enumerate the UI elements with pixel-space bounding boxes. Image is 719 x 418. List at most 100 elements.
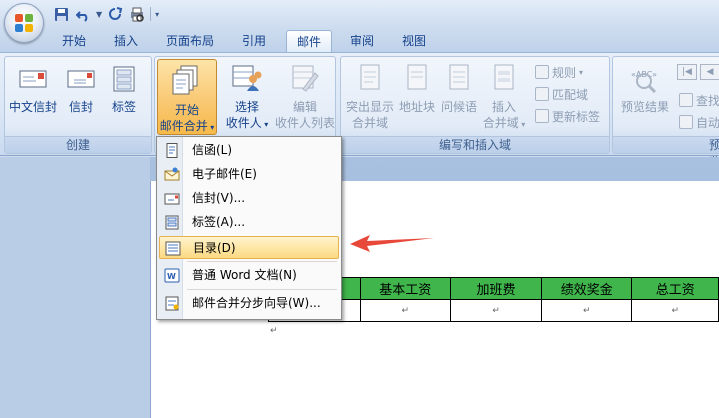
watermark: Baidu经验 jingyan.baidu.com (535, 352, 706, 412)
menu-item-label: 普通 Word 文档(N) (192, 268, 297, 282)
menu-item-labels[interactable]: 标签(A)... (159, 211, 339, 234)
rules-button[interactable]: 规则 ▾ (535, 63, 583, 81)
highlight-merge-fields-button[interactable]: 突出显示 合并域 (343, 63, 397, 131)
table-header-cell[interactable]: 绩效奖金 (541, 277, 633, 300)
labels-icon (113, 66, 135, 92)
tab-review[interactable]: 审阅 (340, 30, 384, 52)
menu-item-label: 标签(A)... (192, 215, 246, 229)
menu-item-normal-word-document[interactable]: W 普通 Word 文档(N) (159, 264, 339, 287)
first-record-icon: |◀ (677, 64, 697, 80)
start-mail-merge-line2: 邮件合并 ▾ (159, 119, 215, 133)
update-labels-button[interactable]: 更新标签 (535, 107, 600, 125)
envelope-icon (67, 70, 95, 88)
annotation-arrow-icon (350, 235, 434, 252)
insert-field-line1: 插入 (491, 100, 516, 114)
select-recipients-icon (232, 65, 262, 91)
directory-icon (165, 241, 181, 256)
svg-text:W: W (167, 272, 176, 281)
table-cell[interactable]: ↵ (449, 299, 543, 322)
menu-separator (187, 289, 337, 290)
word-doc-icon: W (164, 268, 180, 283)
create-group-label: 创建 (5, 136, 151, 153)
write-insert-fields-group: 突出显示 合并域 地址块 问候语 插入 合并域 ▾ 规则 ▾ 匹配域 更新标签 … (340, 56, 610, 154)
match-fields-button[interactable]: 匹配域 (535, 85, 588, 103)
address-block-button[interactable]: 地址块 (397, 63, 437, 115)
ribbon: 中文信封 信封 标签 创建 开始 邮件合并 ▾ 选择 收件人 ▾ 编辑 收件人列… (0, 52, 719, 169)
auto-check-icon (679, 115, 693, 129)
preview-group: «ABC» 预览结果 |◀ ◀ 查找 自动 预览 (612, 56, 719, 169)
auto-check-button[interactable]: 自动 (679, 113, 719, 131)
print-preview-icon[interactable] (128, 5, 146, 23)
address-block-label: 地址块 (398, 100, 435, 114)
letter-icon (166, 143, 178, 158)
update-labels-icon (535, 109, 549, 123)
start-mail-merge-menu: 信函(L) 电子邮件(E) 信封(V)... 标签(A)... 目录(D) W … (156, 136, 342, 320)
greeting-line-icon (449, 64, 469, 90)
record-nav-first-button[interactable]: |◀ ◀ (677, 63, 719, 81)
menu-item-email[interactable]: 电子邮件(E) (159, 163, 339, 186)
insert-field-icon (494, 64, 514, 90)
tab-references[interactable]: 引用 (232, 30, 276, 52)
greeting-line-label: 问候语 (440, 100, 477, 114)
create-group: 中文信封 信封 标签 创建 (4, 56, 152, 154)
envelope-button[interactable]: 信封 (61, 65, 101, 115)
labels-button[interactable]: 标签 (103, 65, 145, 115)
menu-item-step-by-step-wizard[interactable]: 邮件合并分步向导(W)... (159, 292, 339, 315)
chinese-envelope-button[interactable]: 中文信封 (7, 65, 59, 115)
rules-icon (535, 65, 549, 79)
ribbon-tabs: 开始 插入 页面布局 引用 邮件 审阅 视图 (0, 28, 719, 52)
tab-mailings[interactable]: 邮件 (286, 30, 332, 52)
table-cell[interactable]: ↵ (541, 299, 633, 322)
start-mail-merge-line1: 开始 (174, 103, 199, 117)
menu-item-letters[interactable]: 信函(L) (159, 139, 339, 162)
menu-item-label: 邮件合并分步向导(W)... (192, 296, 321, 310)
tab-home[interactable]: 开始 (52, 30, 96, 52)
left-margin-pane (0, 157, 150, 418)
tab-insert[interactable]: 插入 (104, 30, 148, 52)
save-icon[interactable] (52, 5, 70, 23)
greeting-line-button[interactable]: 问候语 (439, 63, 479, 115)
highlight-fields-icon (360, 64, 380, 90)
insert-merge-field-button[interactable]: 插入 合并域 ▾ (481, 63, 527, 133)
rules-dropdown-icon: ▾ (579, 67, 584, 77)
start-mail-merge-button[interactable]: 开始 邮件合并 ▾ (157, 59, 217, 135)
menu-separator (187, 261, 337, 262)
customize-dropdown-icon[interactable]: ▾ (155, 10, 159, 19)
table-header-cell[interactable]: 加班费 (449, 277, 543, 300)
table-header-cell[interactable]: 基本工资 (359, 277, 451, 300)
select-recipients-button[interactable]: 选择 收件人 ▾ (219, 63, 275, 133)
edit-recipients-line2: 收件人列表 (274, 116, 335, 130)
edit-recipient-list-button[interactable]: 编辑 收件人列表 (273, 63, 337, 131)
label-icon (165, 215, 179, 230)
menu-item-envelopes[interactable]: 信封(V)... (159, 187, 339, 210)
find-recipient-button[interactable]: 查找 (679, 91, 719, 109)
table-cell[interactable]: ↵ (359, 299, 451, 322)
undo-icon[interactable] (74, 5, 92, 23)
chinese-envelope-icon (19, 70, 47, 88)
table-cell[interactable]: ↵ (631, 299, 719, 322)
find-recipient-icon (679, 93, 693, 107)
redo-icon[interactable] (106, 5, 124, 23)
table-header-cell[interactable]: 总工资 (631, 277, 719, 300)
title-bar: ▼ ▾ (0, 0, 719, 28)
paragraph-mark: ↵ (270, 326, 278, 336)
auto-check-label: 自动 (696, 115, 719, 130)
quick-access-toolbar: ▼ ▾ (52, 4, 159, 24)
undo-dropdown-icon[interactable]: ▼ (96, 10, 102, 19)
wizard-icon (165, 296, 179, 311)
rules-label: 规则 (552, 65, 577, 80)
qat-separator (150, 7, 152, 21)
edit-recipients-line1: 编辑 (292, 100, 317, 114)
envelope-label: 信封 (68, 100, 93, 114)
chinese-envelope-label: 中文信封 (8, 100, 57, 114)
tab-view[interactable]: 视图 (392, 30, 436, 52)
menu-item-label: 电子邮件(E) (192, 167, 257, 181)
insert-field-line2: 合并域 ▾ (482, 116, 526, 130)
preview-results-button[interactable]: «ABC» 预览结果 (615, 63, 675, 115)
previous-record-icon: ◀ (700, 64, 719, 80)
menu-item-directory[interactable]: 目录(D) (159, 236, 339, 259)
highlight-fields-line2: 合并域 (351, 116, 388, 130)
tab-page-layout[interactable]: 页面布局 (158, 30, 222, 52)
select-recipients-line1: 选择 (234, 100, 259, 114)
office-button[interactable] (4, 3, 44, 43)
